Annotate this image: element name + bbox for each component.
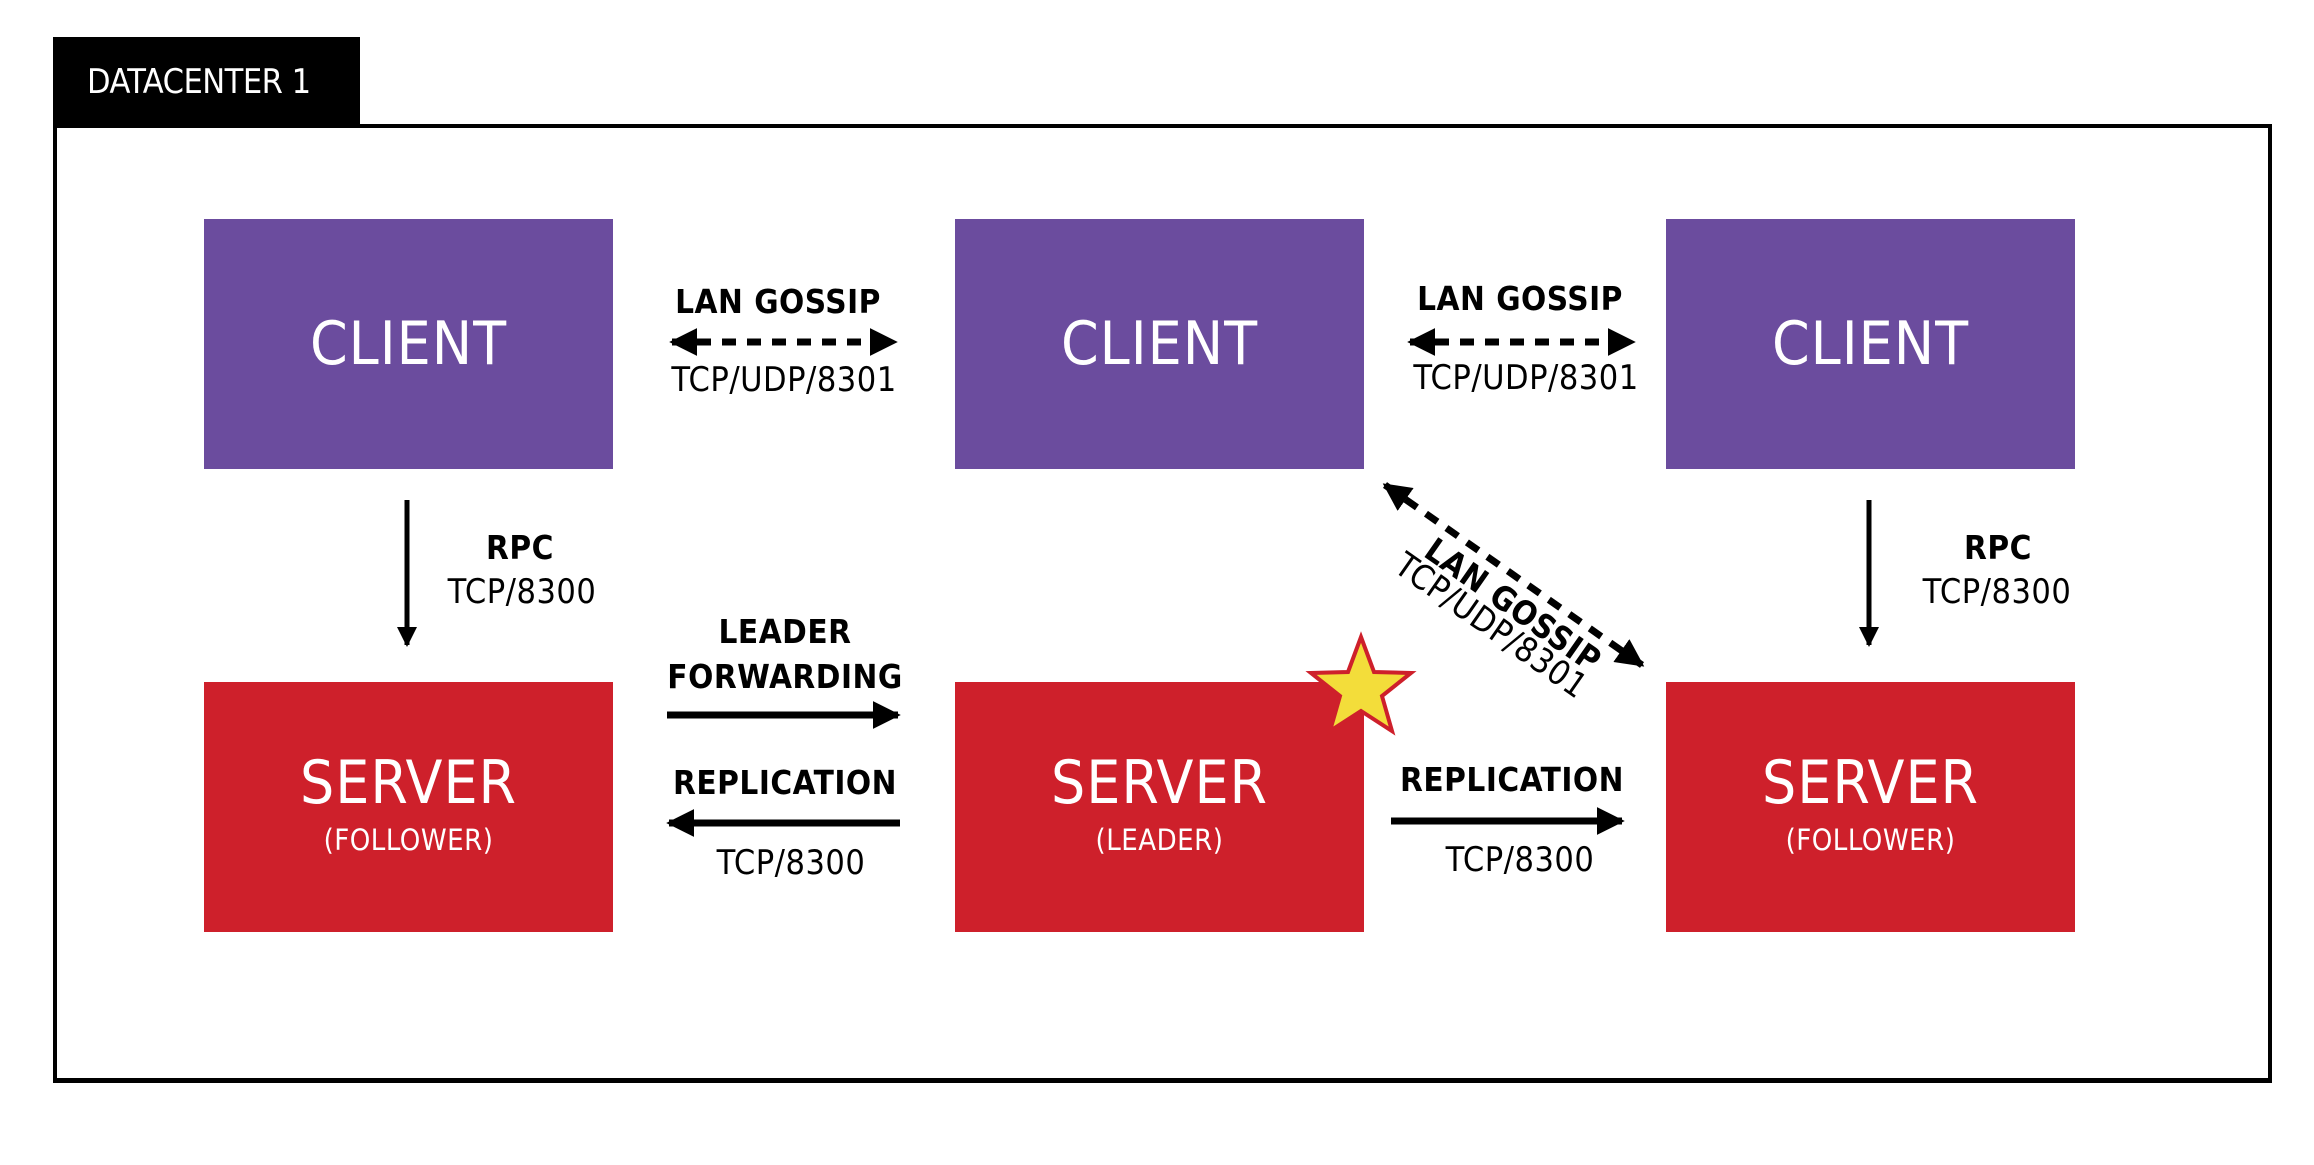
replication-left-title: REPLICATION <box>673 763 897 802</box>
rpc-right-port: TCP/8300 <box>1922 572 2072 612</box>
leader-forwarding-title-line1: LEADER <box>718 612 852 651</box>
rpc-left-port: TCP/8300 <box>447 572 597 612</box>
rpc-right-title: RPC <box>1964 528 2032 567</box>
replication-left-port: TCP/8300 <box>716 843 866 883</box>
gossip-left-title: LAN GOSSIP <box>675 282 881 321</box>
gossip-right-title: LAN GOSSIP <box>1417 279 1623 318</box>
gossip-left-port: TCP/UDP/8301 <box>671 360 897 400</box>
replication-right-title: REPLICATION <box>1400 760 1624 799</box>
leader-forwarding-title-line2: FORWARDING <box>667 657 903 696</box>
replication-right-port: TCP/8300 <box>1445 840 1595 880</box>
gossip-right-port: TCP/UDP/8301 <box>1413 358 1639 398</box>
star-icon <box>1305 631 1417 736</box>
rpc-left-title: RPC <box>486 528 554 567</box>
